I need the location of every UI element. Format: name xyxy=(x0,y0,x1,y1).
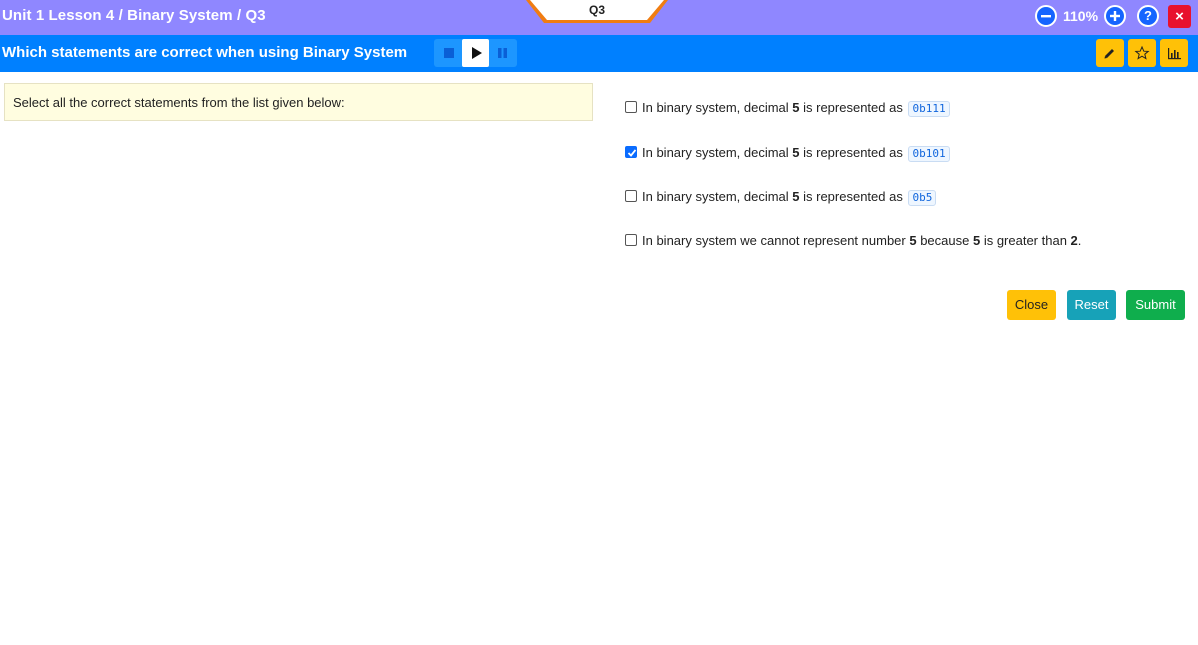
submit-button[interactable]: Submit xyxy=(1126,290,1185,320)
option-4-checkbox[interactable] xyxy=(625,234,637,246)
question-title: Which statements are correct when using … xyxy=(2,44,408,61)
edit-button[interactable] xyxy=(1096,39,1124,67)
zoom-level: 110% xyxy=(1063,8,1099,24)
play-icon xyxy=(472,47,482,59)
option-1-label[interactable]: In binary system, decimal 5 is represent… xyxy=(642,100,950,117)
zoom-in-button[interactable] xyxy=(1104,5,1126,27)
stats-button[interactable] xyxy=(1160,39,1188,67)
instruction-text: Select all the correct statements from t… xyxy=(13,95,345,110)
breadcrumb: Unit 1 Lesson 4 / Binary System / Q3 xyxy=(2,7,266,24)
option-2-code: 0b101 xyxy=(908,146,950,162)
option-2-label[interactable]: In binary system, decimal 5 is represent… xyxy=(642,145,950,162)
plus-circle-icon xyxy=(1110,11,1120,21)
help-button[interactable]: ? xyxy=(1137,5,1159,27)
pause-icon xyxy=(498,48,507,58)
checkmark-icon xyxy=(627,149,637,157)
zoom-out-button[interactable] xyxy=(1035,5,1057,27)
option-2-checkbox[interactable] xyxy=(625,146,637,158)
option-1-code: 0b111 xyxy=(908,101,950,117)
instruction-box: Select all the correct statements from t… xyxy=(4,83,593,121)
play-button[interactable] xyxy=(462,39,489,67)
question-tab[interactable]: Q3 xyxy=(526,0,668,24)
bar-chart-icon xyxy=(1168,48,1181,60)
title-bar: Which statements are correct when using … xyxy=(0,35,1198,72)
stop-icon xyxy=(444,48,454,58)
option-3-code: 0b5 xyxy=(908,190,937,206)
option-4-label[interactable]: In binary system we cannot represent num… xyxy=(642,233,1081,248)
reset-button[interactable]: Reset xyxy=(1067,290,1116,320)
option-3-checkbox[interactable] xyxy=(625,190,637,202)
question-circle-icon: ? xyxy=(1144,8,1152,23)
favorite-button[interactable] xyxy=(1128,39,1156,67)
star-icon xyxy=(1134,45,1150,60)
close-icon: × xyxy=(1175,8,1184,25)
top-bar: Unit 1 Lesson 4 / Binary System / Q3 Q3 … xyxy=(0,0,1198,35)
minus-circle-icon xyxy=(1041,15,1051,18)
pencil-icon xyxy=(1104,49,1114,59)
close-window-button[interactable]: × xyxy=(1168,5,1191,28)
media-controls xyxy=(434,39,517,67)
close-button[interactable]: Close xyxy=(1007,290,1056,320)
question-tab-label: Q3 xyxy=(588,3,605,17)
option-1-checkbox[interactable] xyxy=(625,101,637,113)
stop-button[interactable] xyxy=(435,39,462,67)
option-3-label[interactable]: In binary system, decimal 5 is represent… xyxy=(642,189,937,206)
pause-button[interactable] xyxy=(489,39,516,67)
